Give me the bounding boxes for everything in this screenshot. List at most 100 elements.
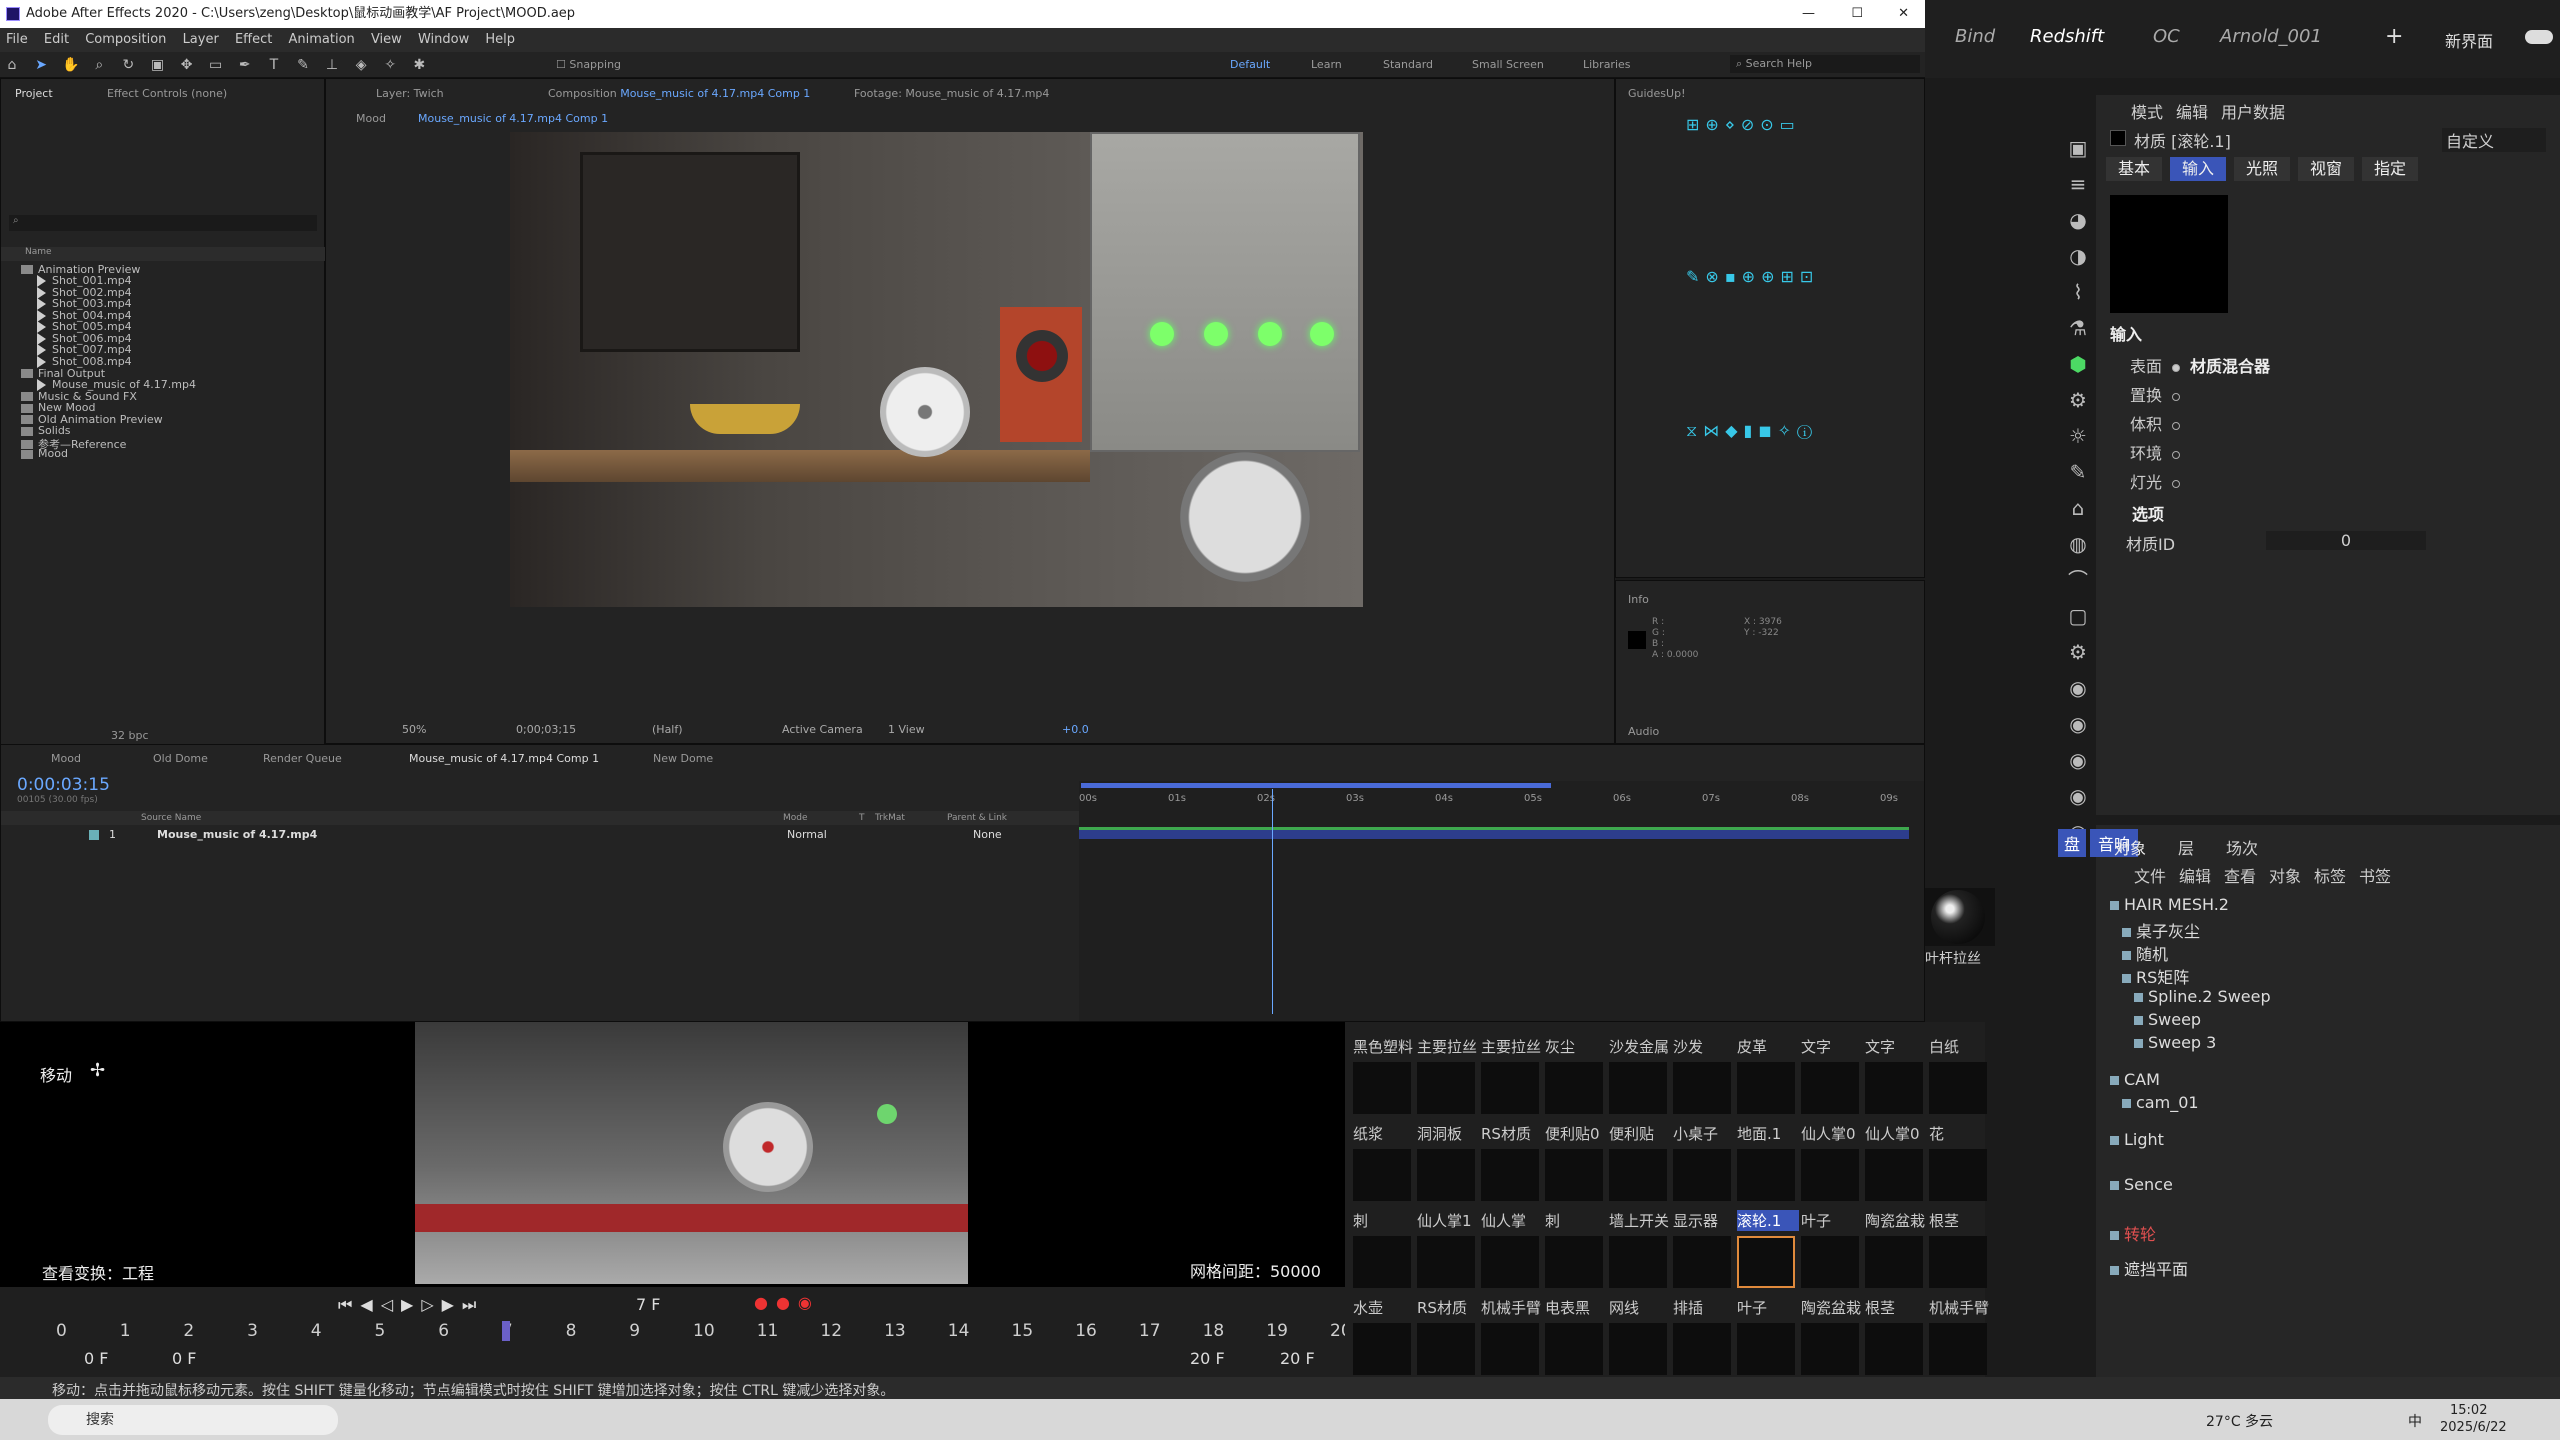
input-row[interactable]: 环境 bbox=[2130, 440, 2181, 464]
frame-start2[interactable]: 0 F bbox=[172, 1349, 196, 1368]
material-thumbnail[interactable] bbox=[1481, 1149, 1539, 1201]
torus-icon[interactable]: ◑ bbox=[2060, 238, 2096, 274]
material-thumbnail[interactable] bbox=[1929, 1149, 1987, 1201]
ime-indicator[interactable]: 中 bbox=[2408, 1411, 2422, 1431]
tab-arnold[interactable]: Arnold_001 bbox=[2220, 26, 2322, 47]
material-label[interactable]: 水壶 bbox=[1353, 1297, 1415, 1318]
material-thumbnail[interactable] bbox=[1737, 1062, 1795, 1114]
camera-tool-icon[interactable]: ▣ bbox=[149, 57, 165, 73]
redshift-icon[interactable]: ⬢ bbox=[2060, 346, 2096, 382]
sphere-icon[interactable]: ◕ bbox=[2060, 202, 2096, 238]
add-tab-icon[interactable]: + bbox=[2385, 24, 2403, 49]
material-label[interactable]: 白纸 bbox=[1929, 1036, 1991, 1057]
input-row[interactable]: 体积 bbox=[2130, 411, 2181, 435]
playback-controls[interactable]: ⏮◀◁▶▷▶⏭ bbox=[338, 1295, 484, 1315]
tab-redshift[interactable]: Redshift bbox=[2030, 26, 2104, 47]
obj-tab-layers[interactable]: 层 bbox=[2178, 835, 2194, 859]
breadcrumb-mood[interactable]: Mood bbox=[356, 112, 386, 125]
menu-effect[interactable]: Effect bbox=[235, 32, 272, 47]
workspace-standard[interactable]: Standard bbox=[1383, 58, 1433, 71]
material-label[interactable]: RS材质 bbox=[1417, 1297, 1479, 1318]
menu-layer[interactable]: Layer bbox=[183, 32, 219, 47]
obj-menu-item[interactable]: 文件 bbox=[2134, 863, 2166, 887]
timeline-tab[interactable]: Mouse_music of 4.17.mp4 Comp 1 bbox=[409, 752, 599, 765]
lamp-icon[interactable]: ⌒ bbox=[2060, 562, 2096, 598]
tab-bind[interactable]: Bind bbox=[1955, 26, 1995, 47]
material-label[interactable]: 叶子 bbox=[1737, 1297, 1799, 1318]
material-thumbnail[interactable] bbox=[1801, 1149, 1859, 1201]
c4d-viewport[interactable]: 移动 ✢ 查看变换：工程 网格间距：50000 cm bbox=[0, 1022, 1345, 1301]
clock-date[interactable]: 2025/6/22 bbox=[2440, 1420, 2507, 1435]
tab-footage[interactable]: Footage: Mouse_music of 4.17.mp4 bbox=[854, 87, 1049, 100]
frame-end[interactable]: 20 F bbox=[1190, 1349, 1225, 1368]
work-area-bar[interactable] bbox=[1081, 783, 1551, 788]
material-label[interactable]: 仙人掌 bbox=[1481, 1210, 1543, 1231]
material-label[interactable]: 洞洞板 bbox=[1417, 1123, 1479, 1144]
material-label[interactable]: 灰尘 bbox=[1545, 1036, 1607, 1057]
material-label[interactable]: 显示器 bbox=[1673, 1210, 1735, 1231]
new-ui-label[interactable]: 新界面 bbox=[2445, 28, 2493, 52]
material-thumbnail[interactable] bbox=[1929, 1323, 1987, 1375]
object-item[interactable]: CAM bbox=[2110, 1070, 2160, 1089]
views-dropdown[interactable]: 1 View bbox=[888, 723, 925, 736]
paint-icon[interactable]: ✎ bbox=[2060, 454, 2096, 490]
viewer-time[interactable]: 0;00;03;15 bbox=[516, 723, 576, 736]
guides-align-icons[interactable]: ⊞⊕⋄⊘⊙▭ bbox=[1686, 115, 1801, 134]
ui-toggle[interactable] bbox=[2525, 30, 2553, 44]
material-label[interactable]: 根茎 bbox=[1865, 1297, 1927, 1318]
object-item[interactable]: RS矩阵 bbox=[2122, 964, 2189, 988]
settings-icon[interactable]: ⚙ bbox=[2060, 634, 2096, 670]
material-thumbnail[interactable] bbox=[1609, 1323, 1667, 1375]
material-thumbnail[interactable] bbox=[1353, 1236, 1411, 1288]
layer-row[interactable]: 1 Mouse_music of 4.17.mp4 Normal None bbox=[1, 827, 1079, 843]
frame-icon[interactable]: ▢ bbox=[2060, 598, 2096, 634]
material-label[interactable]: 机械手臂 bbox=[1481, 1297, 1543, 1318]
material-label[interactable]: 仙人掌1 bbox=[1417, 1210, 1479, 1231]
roto-tool-icon[interactable]: ✧ bbox=[382, 57, 398, 73]
material-thumbnail[interactable] bbox=[1673, 1149, 1731, 1201]
material-label[interactable]: 仙人掌0 bbox=[1801, 1123, 1863, 1144]
layers-icon[interactable]: ≡ bbox=[2060, 166, 2096, 202]
material-thumbnail[interactable] bbox=[1417, 1323, 1475, 1375]
attr-tab[interactable]: 视窗 bbox=[2298, 157, 2354, 181]
material-thumbnail[interactable] bbox=[1673, 1236, 1731, 1288]
object-item[interactable]: HAIR MESH.2 bbox=[2110, 895, 2229, 914]
layer-name[interactable]: Mouse_music of 4.17.mp4 bbox=[157, 828, 317, 841]
gear-icon[interactable]: ⚙ bbox=[2060, 382, 2096, 418]
input-row-radio[interactable] bbox=[2172, 480, 2181, 488]
material-label[interactable]: 根茎 bbox=[1929, 1210, 1991, 1231]
material-label[interactable]: 文字 bbox=[1801, 1036, 1863, 1057]
frame-field[interactable]: 7 F bbox=[636, 1295, 660, 1314]
timeline-tab[interactable]: Old Dome bbox=[153, 752, 208, 765]
hand-tool-icon[interactable]: ✋ bbox=[62, 57, 79, 73]
object-item[interactable]: Sence bbox=[2110, 1175, 2173, 1194]
timeline-tab[interactable]: Render Queue bbox=[263, 752, 342, 765]
menu-file[interactable]: File bbox=[6, 32, 28, 47]
material-thumbnail[interactable] bbox=[1737, 1149, 1795, 1201]
menu-composition[interactable]: Composition bbox=[85, 32, 166, 47]
material-thumbnail[interactable] bbox=[1481, 1323, 1539, 1375]
material-label[interactable]: 沙发金属 bbox=[1609, 1036, 1671, 1057]
frame-end2[interactable]: 20 F bbox=[1280, 1349, 1315, 1368]
material-label[interactable]: 滚轮.1 bbox=[1737, 1210, 1799, 1231]
material-thumbnail[interactable] bbox=[1417, 1149, 1475, 1201]
tab-oc[interactable]: OC bbox=[2153, 26, 2180, 47]
tab-composition[interactable]: Composition Mouse_music of 4.17.mp4 Comp… bbox=[548, 87, 810, 100]
material-thumbnail[interactable] bbox=[1865, 1062, 1923, 1114]
menu-edit[interactable]: Edit bbox=[44, 32, 69, 47]
weather[interactable]: 27°C 多云 bbox=[2206, 1411, 2273, 1431]
material-label[interactable]: RS材质 bbox=[1481, 1123, 1543, 1144]
material-thumbnail[interactable] bbox=[1545, 1149, 1603, 1201]
material-thumbnail[interactable] bbox=[1353, 1323, 1411, 1375]
attr-menu-edit[interactable]: 编辑 bbox=[2176, 99, 2208, 123]
bpc-label[interactable]: 32 bpc bbox=[111, 729, 149, 742]
clock-time[interactable]: 15:02 bbox=[2450, 1403, 2487, 1418]
material-label[interactable]: 沙发 bbox=[1673, 1036, 1735, 1057]
material-thumbnail[interactable] bbox=[1353, 1062, 1411, 1114]
menu-window[interactable]: Window bbox=[418, 32, 469, 47]
comp-preview-image[interactable] bbox=[510, 132, 1363, 607]
material-label[interactable]: 便利贴0 bbox=[1545, 1123, 1607, 1144]
project-search[interactable]: ⌕ bbox=[9, 215, 317, 231]
cube-icon[interactable]: ▣ bbox=[2060, 130, 2096, 166]
workspace-libraries[interactable]: Libraries bbox=[1583, 58, 1631, 71]
